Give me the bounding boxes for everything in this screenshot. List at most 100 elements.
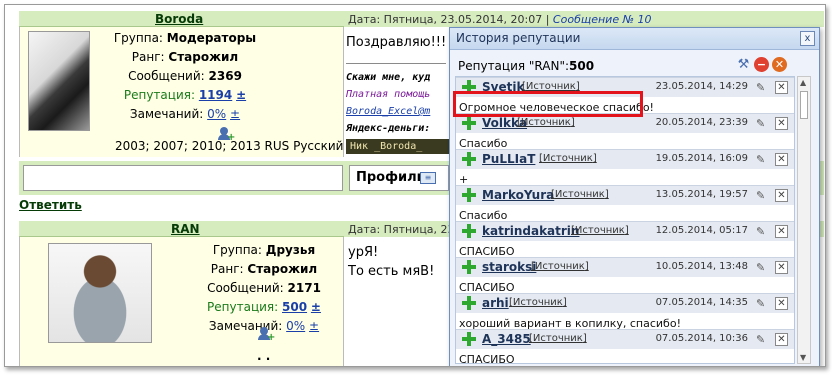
entry-source-link[interactable]: Источник [571,225,629,236]
post2-avatar[interactable] [48,243,152,343]
scroll-down-icon[interactable]: ▼ [800,353,806,362]
reputation-label: Репутация: [207,300,279,314]
edit-pencil-icon[interactable]: ✎ [756,81,769,94]
highlight-box [453,91,643,117]
delete-entry-icon[interactable]: ✕ [775,225,788,238]
entry-user-link[interactable]: PuLLIaT [482,152,535,166]
reputation-entry-bar: MarkoYuraИсточник 13.05.2014, 19:57 ✎ ✕ [456,185,794,205]
plus-icon [462,116,476,130]
signature-separator [346,63,446,64]
entry-source-link[interactable]: Источник [539,153,597,164]
posts-label: Сообщений: [207,281,284,295]
delete-entry-icon[interactable]: ✕ [775,333,788,346]
delete-entry-icon[interactable]: ✕ [775,117,788,130]
post1-message: Поздравляю!!! [346,35,447,50]
wrench-icon[interactable]: ⚒ [736,57,751,72]
entry-date: 10.05.2014, 13:48 [655,261,748,272]
post1-header: Boroda [19,11,344,27]
message-line: То есть мяВ! [348,264,435,279]
post1-author-link[interactable]: Boroda [155,12,203,26]
entry-source-link[interactable]: Источник [531,261,589,272]
reputation-entries-list[interactable]: SvetikИсточник23.05.2014, 14:29✎✕Огромно… [455,76,795,364]
edit-pencil-icon[interactable]: ✎ [756,261,769,274]
profile-button[interactable]: Профиль [356,170,425,185]
add-friend-icon[interactable]: + [257,327,275,343]
reputation-header-label: Репутация "RAN": [458,59,570,73]
entry-source-link[interactable]: Источник [517,117,575,128]
entry-user-link[interactable]: MarkoYura [482,188,554,202]
profile-card-icon[interactable]: ≡ [420,172,436,184]
plus-icon [462,296,476,310]
entry-date: 07.05.2014, 14:35 [655,297,748,308]
close-circle-icon[interactable]: ✕ [772,57,787,72]
reputation-entry: A_3485Источник 07.05.2014, 10:36 ✎ ✕ СПАСИБО [456,329,794,363]
post1-user-pane: Группа: Модераторы Ранг: Старожил Сообще… [19,27,344,157]
edit-pencil-icon[interactable]: ✎ [756,225,769,238]
delete-entry-icon[interactable]: ✕ [775,81,788,94]
entry-source-link[interactable]: Источник [509,297,567,308]
entry-source-link[interactable]: Источник [529,333,587,344]
post1-avatar[interactable] [28,31,90,131]
signature-line: Скажи мне, куд [346,72,431,83]
entry-user-link[interactable]: arhi [482,296,509,310]
warnings-change-button[interactable]: ± [309,319,319,333]
post2-header: RAN [19,221,344,237]
post2-author-link[interactable]: RAN [171,222,200,236]
plus-icon [462,260,476,274]
post1-quick-box[interactable] [23,165,343,191]
popup-titlebar[interactable]: История репутации x [450,28,819,50]
warnings-change-button[interactable]: ± [230,107,240,121]
reply-link[interactable]: Ответить [19,198,82,212]
reputation-link[interactable]: 1194 [199,88,232,102]
signature-link[interactable]: Boroda_Excel@m [346,103,430,120]
posts-label: Сообщений: [128,69,205,83]
edit-pencil-icon[interactable]: ✎ [756,117,769,130]
warnings-link[interactable]: 0% [286,319,305,333]
reputation-change-button[interactable]: ± [236,88,246,102]
message-line: урЯ! [348,245,379,260]
signature-line: Платная помощь [346,89,431,100]
posts-value: 2369 [208,69,242,83]
entry-user-link[interactable]: staroksi [482,260,536,274]
reputation-entry-bar: katrindakatrinИсточник 12.05.2014, 05:17 ✎… [456,221,794,241]
post1-nick-banner: Ник _Boroda_ [346,139,449,154]
edit-pencil-icon[interactable]: ✎ [756,189,769,202]
edit-pencil-icon[interactable]: ✎ [756,297,769,310]
entry-date: 07.05.2014, 10:36 [655,333,748,344]
entry-user-link[interactable]: A_3485 [482,332,531,346]
delete-entry-icon[interactable]: ✕ [775,297,788,310]
group-value: Друзья [265,243,316,257]
post1-message-link[interactable]: Сообщение № 10 [553,13,652,26]
reputation-header-value: 500 [569,59,595,73]
popup-close-button[interactable]: x [800,31,815,46]
edit-pencil-icon[interactable]: ✎ [756,333,769,346]
reputation-change-button[interactable]: ± [311,300,321,314]
popup-scrollbar[interactable]: ▲ ▼ [797,76,811,364]
reputation-link[interactable]: 500 [282,300,307,314]
plus-icon [462,188,476,202]
group-label: Группа: [212,243,262,257]
post2-user-pane: Группа: Друзья Ранг: Старожил Сообщений:… [19,237,344,366]
post2-dots: . . [257,349,271,363]
scroll-up-icon[interactable]: ▲ [800,78,806,87]
group-value: Модераторы [166,31,257,45]
entry-date: 12.05.2014, 05:17 [655,225,748,236]
warnings-link[interactable]: 0% [207,107,226,121]
edit-pencil-icon[interactable]: ✎ [756,153,769,166]
entry-source-link[interactable]: Источник [551,189,609,200]
forum-window: Boroda Дата: Пятница, 23.05.2014, 20:07 … [4,4,826,367]
post2-user-info: Группа: Друзья Ранг: Старожил Сообщений:… [188,241,340,336]
entry-user-link[interactable]: katrindakatrin [482,224,579,238]
post2-message: урЯ! То есть мяВ! [348,243,434,281]
post1-user-info: Группа: Модераторы Ранг: Старожил Сообще… [100,29,270,124]
entry-date: 20.05.2014, 23:39 [655,117,748,128]
rank-value: Старожил [247,262,318,276]
minus-icon[interactable]: − [754,57,769,72]
delete-entry-icon[interactable]: ✕ [775,189,788,202]
rank-label: Ранг: [210,262,244,276]
delete-entry-icon[interactable]: ✕ [775,153,788,166]
scrollbar-thumb[interactable] [800,91,808,119]
delete-entry-icon[interactable]: ✕ [775,261,788,274]
reputation-entry-bar: PuLLIaT Источник 19.05.2014, 16:09 ✎ ✕ [456,149,794,169]
plus-icon [462,152,476,166]
